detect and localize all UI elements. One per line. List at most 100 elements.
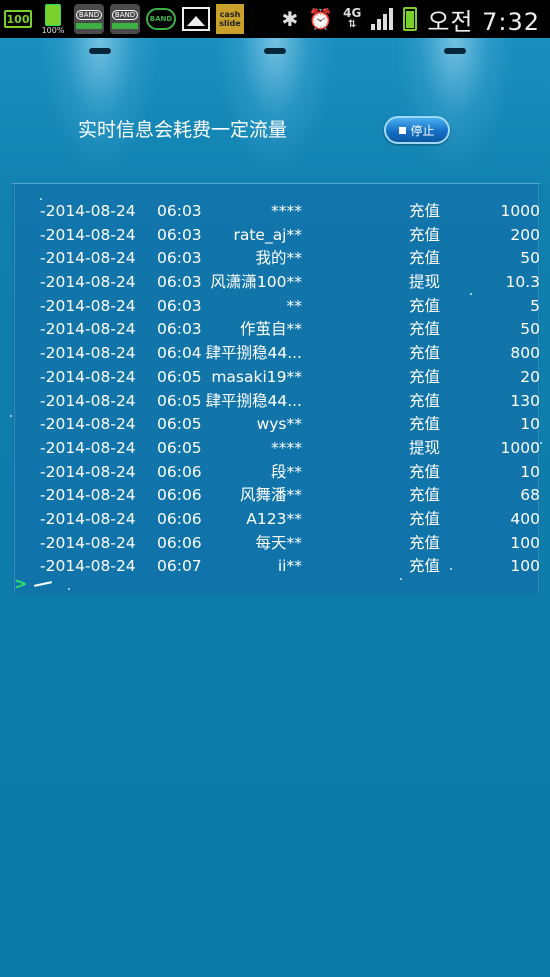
transaction-list: -2014-08-24 06:03 **** 充值 1000 -2014-08-24 06:… xyxy=(12,184,540,579)
record-type: 充值 xyxy=(409,367,441,386)
record-user: masaki19** xyxy=(211,367,302,386)
faded-scroll-edge xyxy=(12,184,540,200)
record-type: 充值 xyxy=(409,486,441,505)
band-app-icon: BAND xyxy=(74,4,104,34)
record-amount: 100 xyxy=(510,557,540,576)
record-amount: 1000 xyxy=(500,438,540,457)
console-prompt: > xyxy=(14,574,28,593)
record-date: -2014-08-24 xyxy=(40,202,136,220)
record-type: 充值 xyxy=(409,391,441,410)
app-screen: 实时信息会耗费一定流量 停止 -2014-08-24 06:03 **** 充值 100… xyxy=(0,38,550,977)
bluetooth-icon: ✱ xyxy=(281,7,299,31)
record-date: -2014-08-24 xyxy=(40,438,136,457)
realtime-transaction-log[interactable]: -2014-08-24 06:03 **** 充值 1000 -2014-08-24 06:… xyxy=(12,183,540,594)
record-type: 充值 xyxy=(409,202,441,220)
record-user: ** xyxy=(286,296,303,315)
transaction-row: -2014-08-24 06:03 ** 充值 5 xyxy=(12,295,540,319)
record-type: 充值 xyxy=(409,320,441,339)
signal-strength-icon xyxy=(371,8,394,30)
record-user: A123** xyxy=(246,509,302,528)
record-user: **** xyxy=(271,202,302,220)
transaction-row: -2014-08-24 06:05 masaki19** 充值 20 xyxy=(12,366,540,390)
record-type: 充值 xyxy=(409,557,441,576)
record-type: 充值 xyxy=(409,533,441,552)
header: 实时信息会耗费一定流量 停止 xyxy=(0,116,550,158)
record-date: -2014-08-24 xyxy=(40,391,136,410)
record-amount: 400 xyxy=(510,509,540,528)
record-user: wys** xyxy=(256,415,302,434)
traffic-notice: 实时信息会耗费一定流量 xyxy=(78,119,288,141)
record-user: 肆平捌稳44... xyxy=(205,344,302,363)
record-type: 充值 xyxy=(409,225,441,244)
transaction-row: -2014-08-24 06:03 我的** 充值 50 xyxy=(12,247,540,271)
record-user: rate_aj** xyxy=(233,225,302,244)
record-date: -2014-08-24 xyxy=(40,320,136,339)
record-type: 充值 xyxy=(409,509,441,528)
record-user: 我的** xyxy=(255,249,302,268)
record-amount: 10.3 xyxy=(505,273,540,292)
record-user: ii** xyxy=(277,557,302,576)
transaction-row: -2014-08-24 06:04 肆平捌稳44... 充值 800 xyxy=(12,342,540,366)
record-user: 每天** xyxy=(255,533,302,552)
stop-button[interactable]: 停止 xyxy=(384,116,450,144)
status-bar: 100 100% BAND BAND BAND cash slide ✱ ⏰ 4… xyxy=(0,0,550,38)
record-amount: 20 xyxy=(520,367,540,386)
record-type: 充值 xyxy=(409,462,441,481)
record-amount: 10 xyxy=(520,462,540,481)
transaction-row: -2014-08-24 06:05 **** 提现 1000 xyxy=(12,437,540,461)
transaction-row: -2014-08-24 06:03 **** 充值 1000 xyxy=(12,200,540,224)
record-amount: 130 xyxy=(510,391,540,410)
record-user: 风潇潇100** xyxy=(210,273,302,292)
record-date: -2014-08-24 xyxy=(40,273,136,292)
band-chat-icon: BAND xyxy=(146,8,176,30)
record-type: 充值 xyxy=(409,296,441,315)
transaction-row: -2014-08-24 06:07 ii** 充值 100 xyxy=(12,555,540,579)
network-type-icon: 4G ⇅ xyxy=(343,6,362,30)
battery-icon xyxy=(403,7,418,31)
stop-icon xyxy=(399,126,407,134)
record-amount: 10 xyxy=(520,415,540,434)
transaction-row: -2014-08-24 06:05 wys** 充值 10 xyxy=(12,413,540,437)
record-amount: 68 xyxy=(520,486,540,505)
record-amount: 50 xyxy=(520,249,540,268)
record-amount: 200 xyxy=(510,225,540,244)
record-date: -2014-08-24 xyxy=(40,533,136,552)
battery-notification-icon: 100 xyxy=(4,10,32,28)
battery-small-percent: 100% xyxy=(41,25,65,35)
record-type: 充值 xyxy=(409,344,441,363)
record-date: -2014-08-24 xyxy=(40,296,136,315)
record-amount: 50 xyxy=(520,320,540,339)
transaction-row: -2014-08-24 06:03 风潇潇100** 提现 10.3 xyxy=(12,271,540,295)
record-user: 段** xyxy=(270,462,302,481)
record-type: 充值 xyxy=(409,415,441,434)
clock: 오전 7:32 xyxy=(427,7,540,36)
record-date: -2014-08-24 xyxy=(40,249,136,268)
record-user: **** xyxy=(271,438,302,457)
record-amount: 5 xyxy=(530,296,540,315)
band-app-icon-2: BAND xyxy=(110,4,140,34)
record-user: 作茧自** xyxy=(239,320,302,339)
record-type: 提现 xyxy=(409,273,441,292)
battery-full-icon: 100% xyxy=(38,3,68,35)
record-date: -2014-08-24 xyxy=(40,486,136,505)
record-amount: 100 xyxy=(510,533,540,552)
record-type: 充值 xyxy=(409,249,441,268)
transaction-row: -2014-08-24 06:03 rate_aj** 充值 200 xyxy=(12,224,540,248)
record-date: -2014-08-24 xyxy=(40,344,136,363)
record-amount: 800 xyxy=(510,344,540,363)
stop-button-label: 停止 xyxy=(410,123,435,138)
cashslide-icon: cash slide xyxy=(216,4,244,34)
record-date: -2014-08-24 xyxy=(40,557,136,576)
transaction-row: -2014-08-24 06:06 A123** 充值 400 xyxy=(12,508,540,532)
alarm-icon: ⏰ xyxy=(308,7,334,31)
record-user: 风舞潘** xyxy=(239,486,302,505)
record-date: -2014-08-24 xyxy=(40,462,136,481)
transaction-row: -2014-08-24 06:06 段** 充值 10 xyxy=(12,461,540,485)
record-date: -2014-08-24 xyxy=(40,225,136,244)
record-date: -2014-08-24 xyxy=(40,415,136,434)
record-user: 肆平捌稳44... xyxy=(205,391,302,410)
record-type: 提现 xyxy=(409,438,441,457)
record-date: -2014-08-24 xyxy=(40,367,136,386)
transaction-row: -2014-08-24 06:06 风舞潘** 充值 68 xyxy=(12,484,540,508)
transaction-row: -2014-08-24 06:06 每天** 充值 100 xyxy=(12,532,540,556)
